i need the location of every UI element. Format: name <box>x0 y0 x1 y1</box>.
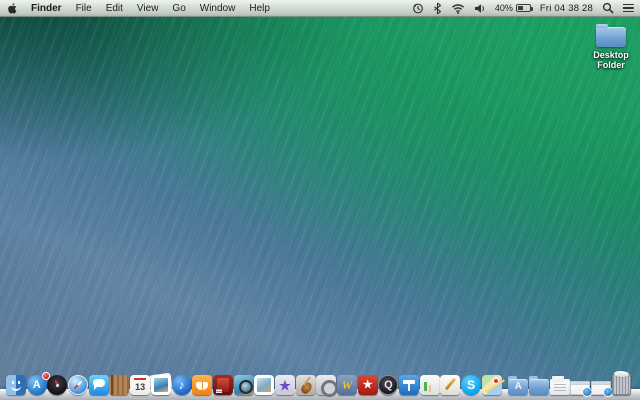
dashboard-icon <box>47 375 68 395</box>
folder-applications-icon: A <box>508 376 529 395</box>
dock-item-maps[interactable] <box>481 375 502 395</box>
dock-item-dashboard[interactable] <box>47 375 68 395</box>
word-icon: W <box>337 375 357 395</box>
dock-item-wunderlist[interactable]: ★ <box>357 375 378 395</box>
skype-icon: S <box>461 375 482 395</box>
menu-bar-status: 40% Fri 04 38 28 <box>412 2 634 15</box>
min-window-2-icon <box>590 381 613 397</box>
dock-separator <box>503 391 508 395</box>
contacts-icon <box>109 375 130 395</box>
apple-icon <box>8 2 17 14</box>
dock-item-pages[interactable] <box>440 375 461 395</box>
itunes-glyph: ♪ <box>178 378 185 392</box>
numbers-icon <box>419 375 440 395</box>
dock-item-keynote[interactable] <box>399 375 420 395</box>
dock-item-contacts[interactable] <box>109 375 130 395</box>
notification-center-icon[interactable] <box>623 3 634 13</box>
dock-item-system-preferences[interactable] <box>316 375 338 397</box>
min-window-1-icon <box>570 381 593 397</box>
menu-file[interactable]: File <box>76 3 92 14</box>
menu-list: File Edit View Go Window Help <box>76 3 270 14</box>
imovie-glyph: ★ <box>279 377 291 393</box>
dock-item-ibooks[interactable] <box>192 375 213 395</box>
quicktime-icon: Q <box>378 375 399 395</box>
wunderlist-icon: ★ <box>357 375 378 395</box>
ibooks-icon <box>192 375 213 395</box>
dock: A 13 ♪ ★ W ★ Q S A <box>0 362 640 400</box>
menu-window[interactable]: Window <box>200 3 236 14</box>
dock-item-folder-documents[interactable] <box>528 376 549 395</box>
spotlight-icon[interactable] <box>602 2 614 14</box>
dock-item-app-store[interactable]: A <box>26 372 50 395</box>
dock-item-itunes[interactable]: ♪ <box>171 375 192 395</box>
menu-bar: Finder File Edit View Go Window Help 40% Fri … <box>0 0 640 17</box>
iphoto-icon <box>233 375 254 395</box>
battery-status[interactable]: 40% <box>494 3 533 13</box>
volume-icon[interactable] <box>474 3 486 14</box>
keynote-icon <box>399 375 420 395</box>
calendar-icon: 13 <box>130 375 151 395</box>
system-preferences-icon <box>316 375 338 397</box>
safari-icon <box>68 375 89 395</box>
dock-item-folder-applications[interactable]: A <box>508 376 529 395</box>
battery-percent: 40% <box>494 3 513 13</box>
skype-glyph: S <box>467 378 476 392</box>
dock-item-finder[interactable] <box>6 375 26 395</box>
menu-help[interactable]: Help <box>249 3 270 14</box>
imovie-icon: ★ <box>274 375 295 395</box>
menu-bar-left: Finder File Edit View Go Window Help <box>6 2 270 15</box>
garageband-icon <box>295 375 316 395</box>
menu-go[interactable]: Go <box>172 3 185 14</box>
wifi-icon[interactable] <box>451 3 465 14</box>
dock-item-imovie[interactable]: ★ <box>274 375 295 395</box>
battery-icon <box>515 4 533 12</box>
calendar-glyph: 13 <box>135 381 146 392</box>
menu-app-name[interactable]: Finder <box>31 3 62 14</box>
dock-item-min-window-2[interactable] <box>590 381 613 397</box>
apple-menu[interactable] <box>6 2 17 15</box>
dock-item-numbers[interactable] <box>419 375 440 395</box>
dock-item-garageband[interactable] <box>295 375 316 395</box>
preview-icon <box>254 375 275 395</box>
dock-item-calendar[interactable]: 13 <box>130 375 151 395</box>
dock-item-trash[interactable] <box>611 371 631 395</box>
desktop-wallpaper <box>0 0 640 400</box>
dock-items: A 13 ♪ ★ W ★ Q S A <box>6 371 631 397</box>
photos-icon <box>150 375 171 395</box>
maps-icon <box>481 375 502 395</box>
desktop-folder-label: Desktop Folder <box>593 50 629 70</box>
menu-edit[interactable]: Edit <box>106 3 123 14</box>
photo-booth-icon <box>212 375 233 395</box>
folder-applications-glyph: A <box>514 381 522 392</box>
app-store-icon: A <box>26 372 50 395</box>
desktop-folder[interactable]: Desktop Folder <box>581 24 640 70</box>
dock-item-preview[interactable] <box>254 375 275 395</box>
menu-clock[interactable]: Fri 04 38 28 <box>540 3 593 14</box>
pages-icon <box>440 375 461 395</box>
trash-icon <box>611 371 631 395</box>
dock-item-min-window-1[interactable] <box>570 381 593 397</box>
itunes-icon: ♪ <box>171 375 192 395</box>
downloads-icon <box>549 376 570 395</box>
messages-icon <box>88 375 109 395</box>
dock-item-photos[interactable] <box>150 375 171 395</box>
dock-item-downloads[interactable] <box>549 376 570 395</box>
dock-item-word[interactable]: W <box>337 375 357 395</box>
dock-item-skype[interactable]: S <box>461 375 482 395</box>
dock-item-safari[interactable] <box>68 375 89 395</box>
finder-icon <box>6 375 26 395</box>
word-glyph: W <box>341 378 353 392</box>
folder-documents-icon <box>528 376 549 395</box>
dock-item-photo-booth[interactable] <box>212 375 233 395</box>
menu-view[interactable]: View <box>137 3 159 14</box>
bluetooth-icon[interactable] <box>433 2 442 15</box>
dock-item-quicktime[interactable]: Q <box>378 375 399 395</box>
dock-item-messages[interactable] <box>88 375 109 395</box>
dock-item-iphoto[interactable] <box>233 375 254 395</box>
quicktime-glyph: Q <box>384 378 393 391</box>
folder-icon <box>596 24 626 47</box>
time-machine-icon[interactable] <box>412 2 424 14</box>
wunderlist-glyph: ★ <box>362 378 373 391</box>
